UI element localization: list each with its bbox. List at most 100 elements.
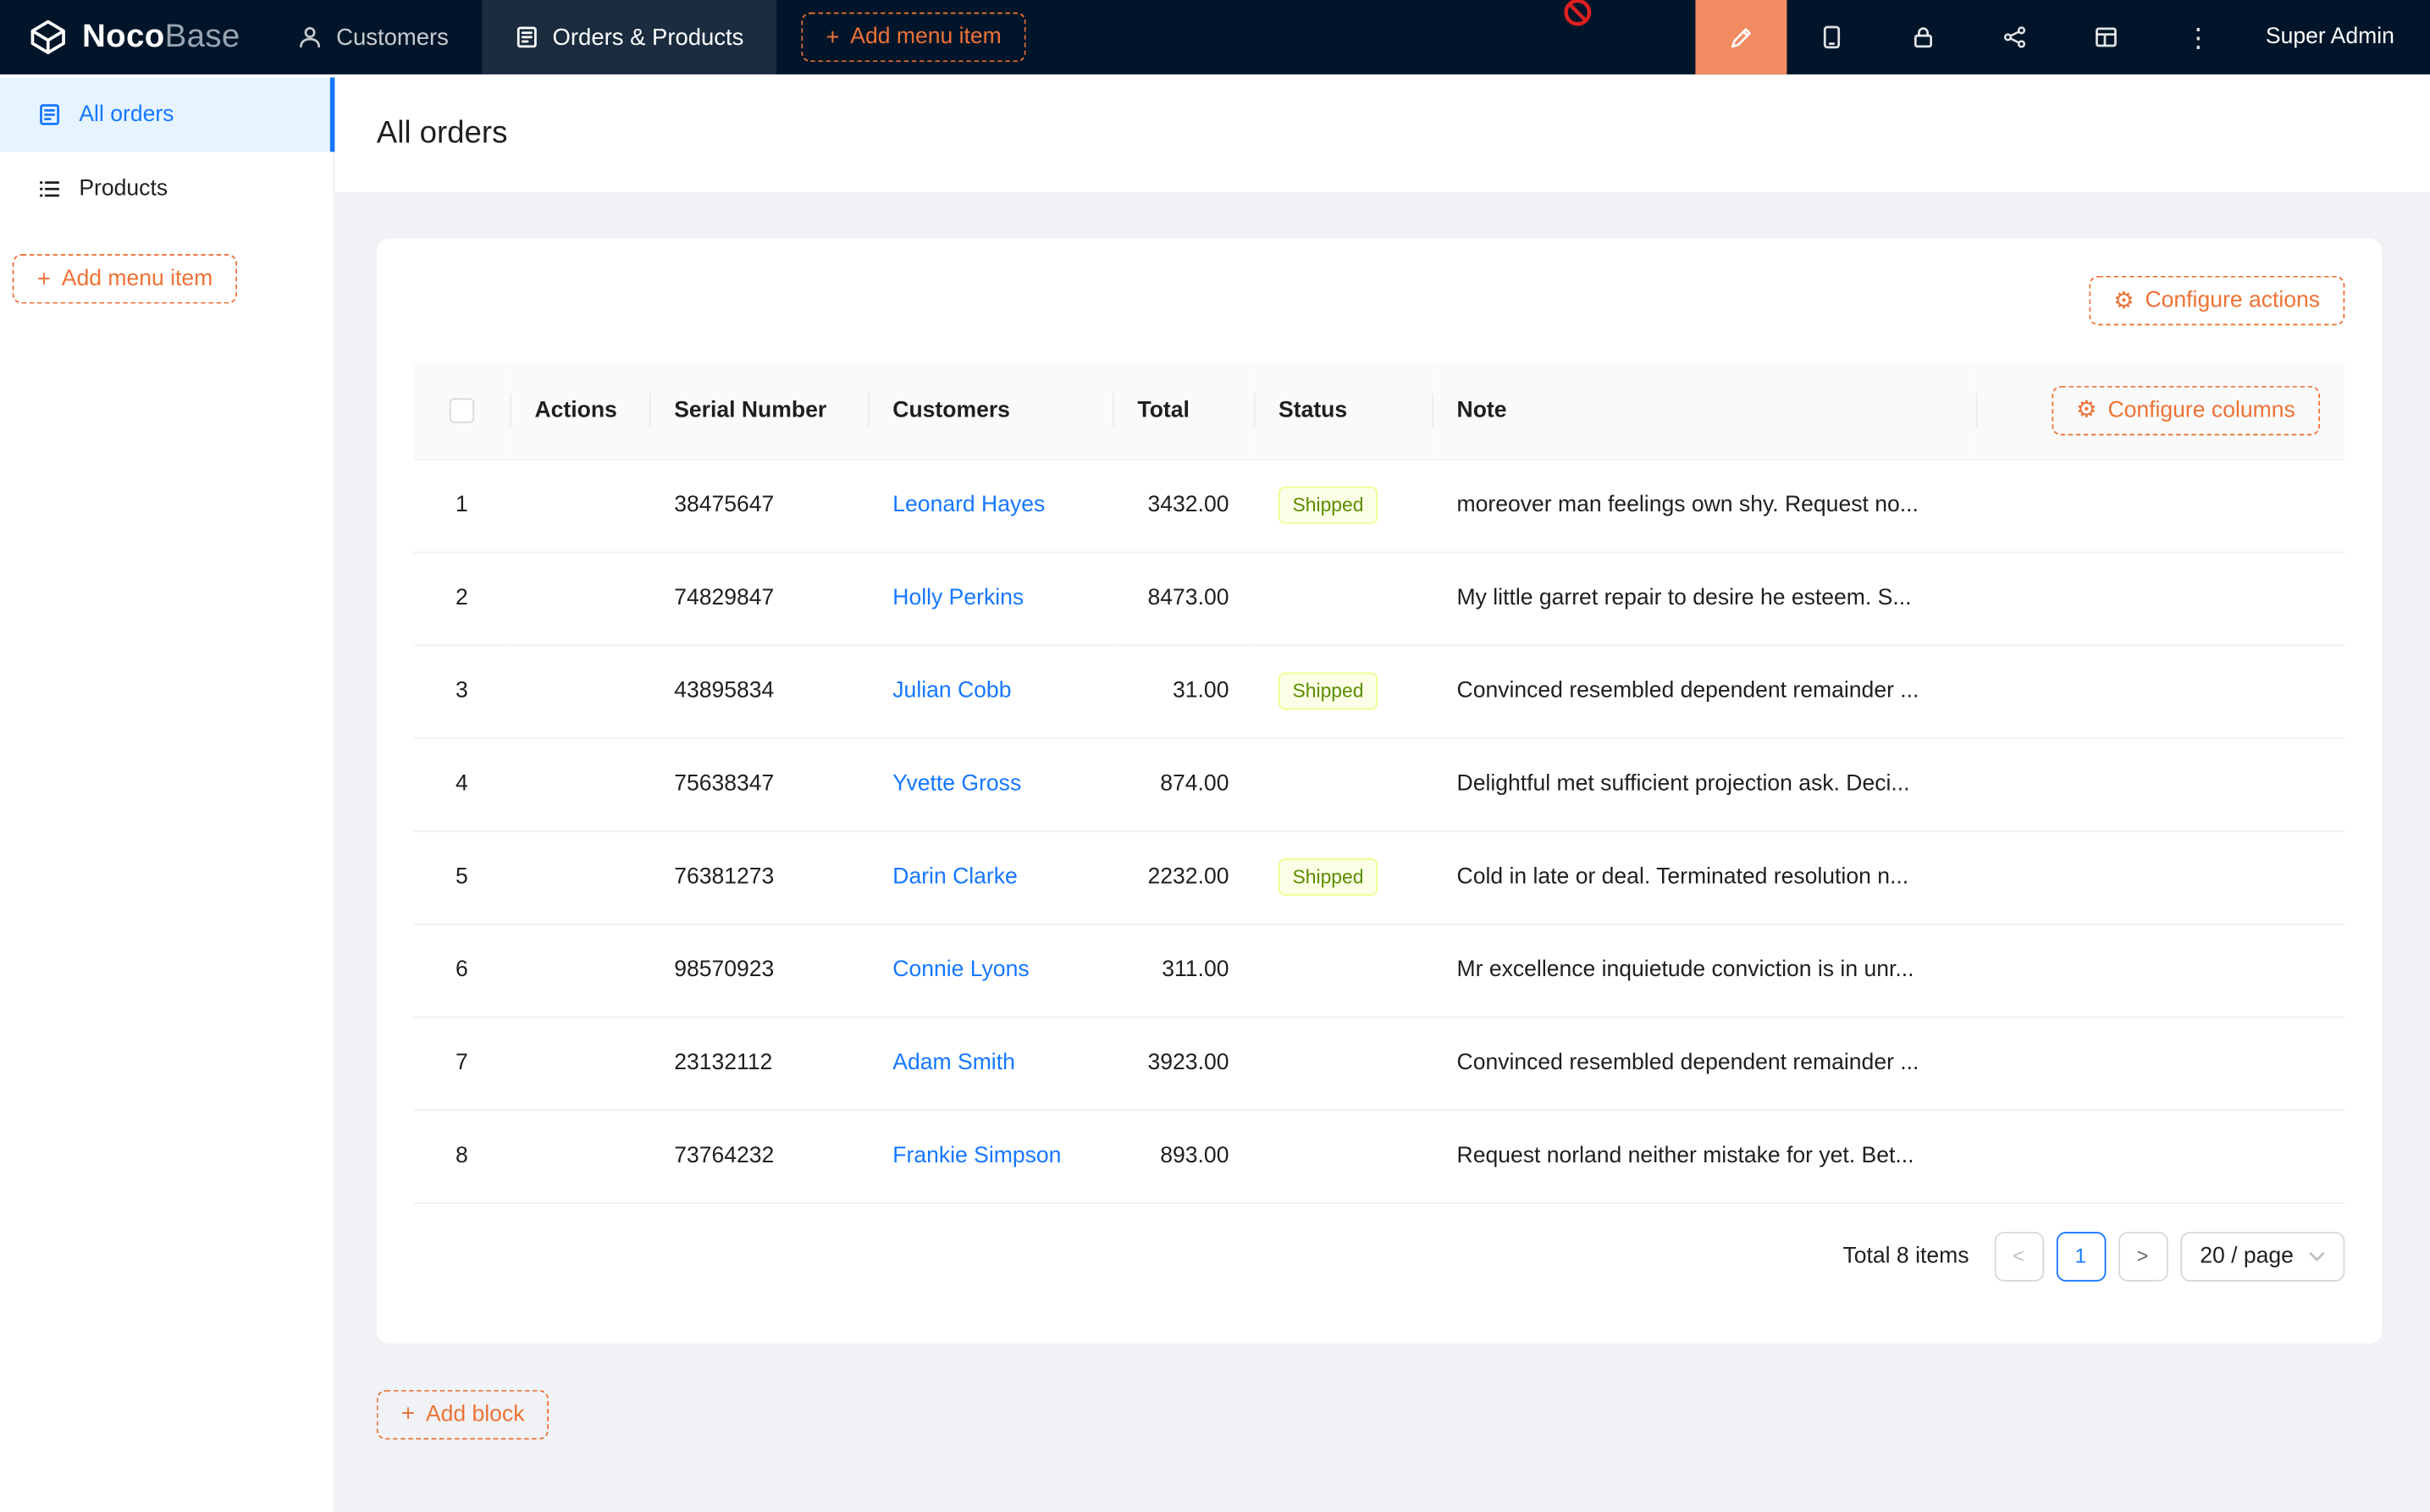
note-cell: Delightful met sufficient projection ask…: [1432, 737, 1975, 830]
trailing-cell: [1976, 737, 2345, 830]
top-bar: NocoBase Customers O: [0, 0, 2430, 74]
status-cell: [1254, 1110, 1432, 1203]
row-index: 8: [414, 1110, 510, 1203]
column-header-status: Status: [1254, 362, 1432, 458]
configure-actions-button[interactable]: ⚙ Configure actions: [2089, 276, 2345, 326]
serial-number-cell: 73764232: [649, 1110, 868, 1203]
template-button[interactable]: [2061, 0, 2152, 74]
mobile-layout-button[interactable]: [1787, 0, 1878, 74]
nocobase-logo: NocoBase: [0, 0, 265, 74]
api-button[interactable]: [1969, 0, 2061, 74]
form-icon: [37, 102, 62, 127]
form-icon: [514, 25, 538, 49]
nav-item-orders-products[interactable]: Orders & Products: [481, 0, 776, 74]
add-block-label: Add block: [426, 1402, 525, 1426]
page-size-select[interactable]: 20 / page: [2179, 1231, 2344, 1281]
page-size-value: 20 / page: [2200, 1244, 2294, 1268]
trailing-cell: [1976, 459, 2345, 552]
row-actions-cell: [510, 830, 649, 924]
customer-link[interactable]: Holly Perkins: [892, 586, 1024, 610]
table-row: 6 98570923 Connie Lyons 311.00 Mr excell…: [414, 924, 2345, 1017]
note-cell: moreover man feelings own shy. Request n…: [1432, 459, 1975, 552]
sidebar-item-all-orders[interactable]: All orders: [0, 78, 334, 152]
layout-icon: [2095, 25, 2119, 49]
header-tools: ⋮ Super Admin: [1695, 0, 2430, 74]
trailing-cell: [1976, 924, 2345, 1017]
total-cell: 31.00: [1113, 644, 1254, 737]
customer-link[interactable]: Julian Cobb: [892, 679, 1011, 704]
status-cell: [1254, 924, 1432, 1017]
configure-columns-button[interactable]: ⚙ Configure columns: [2052, 385, 2320, 435]
row-actions-cell: [510, 737, 649, 830]
customer-link[interactable]: Darin Clarke: [892, 864, 1018, 889]
cube-logo-icon: [28, 17, 69, 58]
status-cell: Shipped: [1254, 830, 1432, 924]
customer-link[interactable]: Yvette Gross: [892, 772, 1021, 797]
customer-cell: Darin Clarke: [868, 830, 1113, 924]
select-all-checkbox[interactable]: [450, 398, 474, 422]
share-api-icon: [2003, 25, 2028, 49]
nav-item-label: Orders & Products: [553, 24, 744, 50]
serial-number-cell: 75638347: [649, 737, 868, 830]
pagination-page-1[interactable]: 1: [2056, 1231, 2106, 1281]
row-actions-cell: [510, 924, 649, 1017]
lock-button[interactable]: [1878, 0, 1969, 74]
sidebar: All orders Products + Add menu item: [0, 74, 334, 1512]
trailing-cell: [1976, 830, 2345, 924]
row-index: 1: [414, 459, 510, 552]
pagination-prev-button[interactable]: <: [1994, 1231, 2044, 1281]
card-toolbar: ⚙ Configure actions: [414, 276, 2345, 326]
customer-cell: Connie Lyons: [868, 924, 1113, 1017]
customer-link[interactable]: Leonard Hayes: [892, 493, 1045, 517]
add-menu-item-button-top[interactable]: + Add menu item: [801, 13, 1026, 63]
orders-table-card: ⚙ Configure actions: [377, 239, 2382, 1343]
status-cell: Shipped: [1254, 644, 1432, 737]
row-index: 5: [414, 830, 510, 924]
configure-actions-label: Configure actions: [2146, 288, 2321, 312]
column-header-actions: Actions: [510, 362, 649, 458]
ui-editor-toggle-button[interactable]: [1695, 0, 1787, 74]
lock-icon: [1912, 25, 1936, 49]
user-menu[interactable]: Super Admin: [2244, 25, 2430, 49]
top-nav: Customers Orders & Products + Add menu i…: [265, 0, 1026, 74]
gear-icon: ⚙: [2076, 399, 2097, 422]
ellipsis-icon: ⋮: [2185, 24, 2212, 50]
plus-icon: +: [826, 25, 839, 48]
note-cell: Convinced resembled dependent remainder …: [1432, 644, 1975, 737]
row-actions-cell: [510, 552, 649, 645]
status-badge: Shipped: [1279, 487, 1378, 524]
add-block-button[interactable]: + Add block: [377, 1389, 550, 1439]
mobile-icon: [1820, 25, 1845, 49]
serial-number-cell: 74829847: [649, 552, 868, 645]
chevron-down-icon: [2309, 1251, 2324, 1261]
customer-link[interactable]: Connie Lyons: [892, 957, 1029, 982]
customer-cell: Julian Cobb: [868, 644, 1113, 737]
table-row: 2 74829847 Holly Perkins 8473.00 My litt…: [414, 552, 2345, 645]
add-menu-item-button-sidebar[interactable]: + Add menu item: [13, 254, 238, 304]
brand-bold: Noco: [82, 19, 165, 54]
status-cell: [1254, 552, 1432, 645]
customer-link[interactable]: Adam Smith: [892, 1051, 1015, 1075]
trailing-cell: [1976, 1017, 2345, 1110]
status-badge: Shipped: [1279, 672, 1378, 709]
total-cell: 311.00: [1113, 924, 1254, 1017]
row-index: 3: [414, 644, 510, 737]
customer-link[interactable]: Frankie Simpson: [892, 1144, 1061, 1168]
not-allowed-cursor-icon: [1562, 0, 1593, 28]
pagination-total: Total 8 items: [1842, 1244, 1969, 1268]
sidebar-item-products[interactable]: Products: [0, 152, 334, 226]
plus-icon: +: [401, 1402, 415, 1425]
total-cell: 8473.00: [1113, 552, 1254, 645]
pagination-next-button[interactable]: >: [2118, 1231, 2168, 1281]
nav-item-customers[interactable]: Customers: [265, 0, 481, 74]
serial-number-cell: 23132112: [649, 1017, 868, 1110]
column-header-note: Note: [1432, 362, 1975, 458]
trailing-cell: [1976, 644, 2345, 737]
content-area: ⚙ Configure actions: [334, 192, 2430, 1512]
customer-cell: Frankie Simpson: [868, 1110, 1113, 1203]
more-menu-button[interactable]: ⋮: [2152, 0, 2244, 74]
status-badge: Shipped: [1279, 858, 1378, 896]
brand-light: Base: [165, 19, 240, 54]
screen: NocoBase Customers O: [0, 0, 2430, 1512]
table-header: Actions Serial Number Customers Total St…: [414, 362, 2345, 458]
